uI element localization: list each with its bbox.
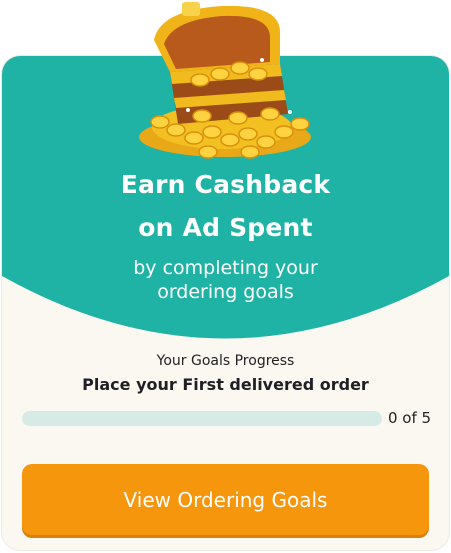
subtitle-line-2: ordering goals [157, 281, 294, 303]
current-goal-title: Place your First delivered order [82, 375, 369, 394]
goals-progress-label: Your Goals Progress [156, 353, 295, 369]
progress-bar [22, 411, 382, 426]
treasure-chest-icon [139, 2, 311, 159]
subtitle-line-1: by completing your [133, 257, 318, 279]
view-ordering-goals-button[interactable]: View Ordering Goals [22, 464, 429, 535]
progress-count: 0 of 5 [388, 409, 432, 427]
headline-line-2: on Ad Spent [138, 213, 313, 242]
headline-line-1: Earn Cashback [120, 170, 331, 199]
